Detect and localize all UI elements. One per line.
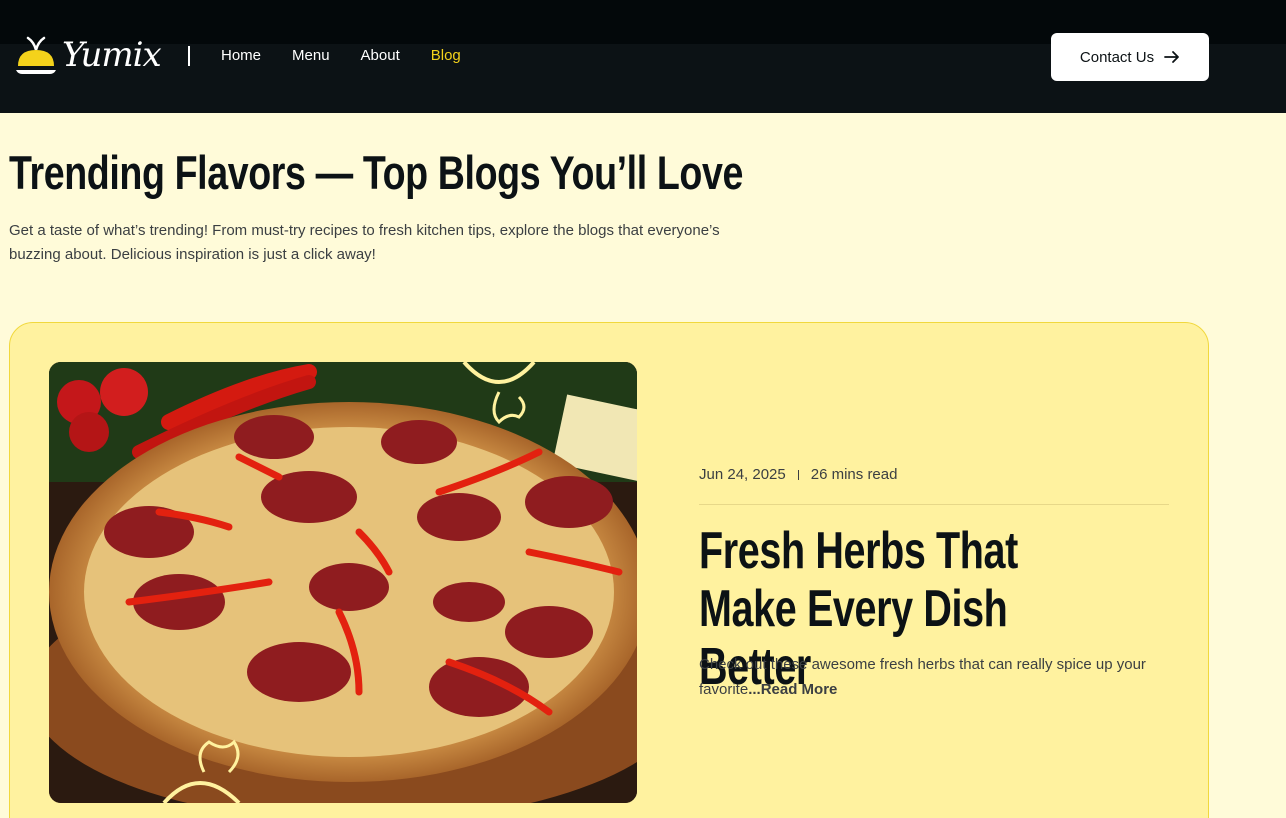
post-image[interactable] [49, 362, 637, 803]
page-title: Trending Flavors — Top Blogs You’ll Love [9, 146, 743, 199]
read-more-link[interactable]: ...Read More [748, 681, 837, 698]
nav-divider [188, 46, 190, 66]
nav-home[interactable]: Home [221, 46, 261, 66]
arrow-right-icon [1164, 51, 1179, 63]
nav-menu[interactable]: Menu [292, 46, 330, 66]
meta-separator [797, 469, 799, 480]
main-nav: Home Menu About Blog [221, 46, 461, 66]
page-subtitle: Get a taste of what’s trending! From mus… [9, 222, 720, 263]
pizza-image-icon [49, 362, 637, 803]
meta-divider [699, 504, 1169, 505]
logo-text: Yumix [62, 35, 162, 75]
post-meta: Jun 24, 2025 26 mins read [699, 466, 897, 483]
logo[interactable]: Yumix [14, 34, 162, 76]
post-date: Jun 24, 2025 [699, 466, 786, 483]
post-read-time: 26 mins read [810, 466, 898, 483]
site-header: Yumix Home Menu About Blog Contact Us [0, 0, 1286, 113]
cloche-icon [16, 36, 56, 74]
post-excerpt: Check out these awesome fresh herbs that… [699, 652, 1179, 702]
nav-about[interactable]: About [361, 46, 400, 66]
contact-us-label: Contact Us [1079, 48, 1155, 66]
contact-us-button[interactable]: Contact Us [1051, 33, 1209, 81]
nav-blog[interactable]: Blog [431, 46, 461, 66]
